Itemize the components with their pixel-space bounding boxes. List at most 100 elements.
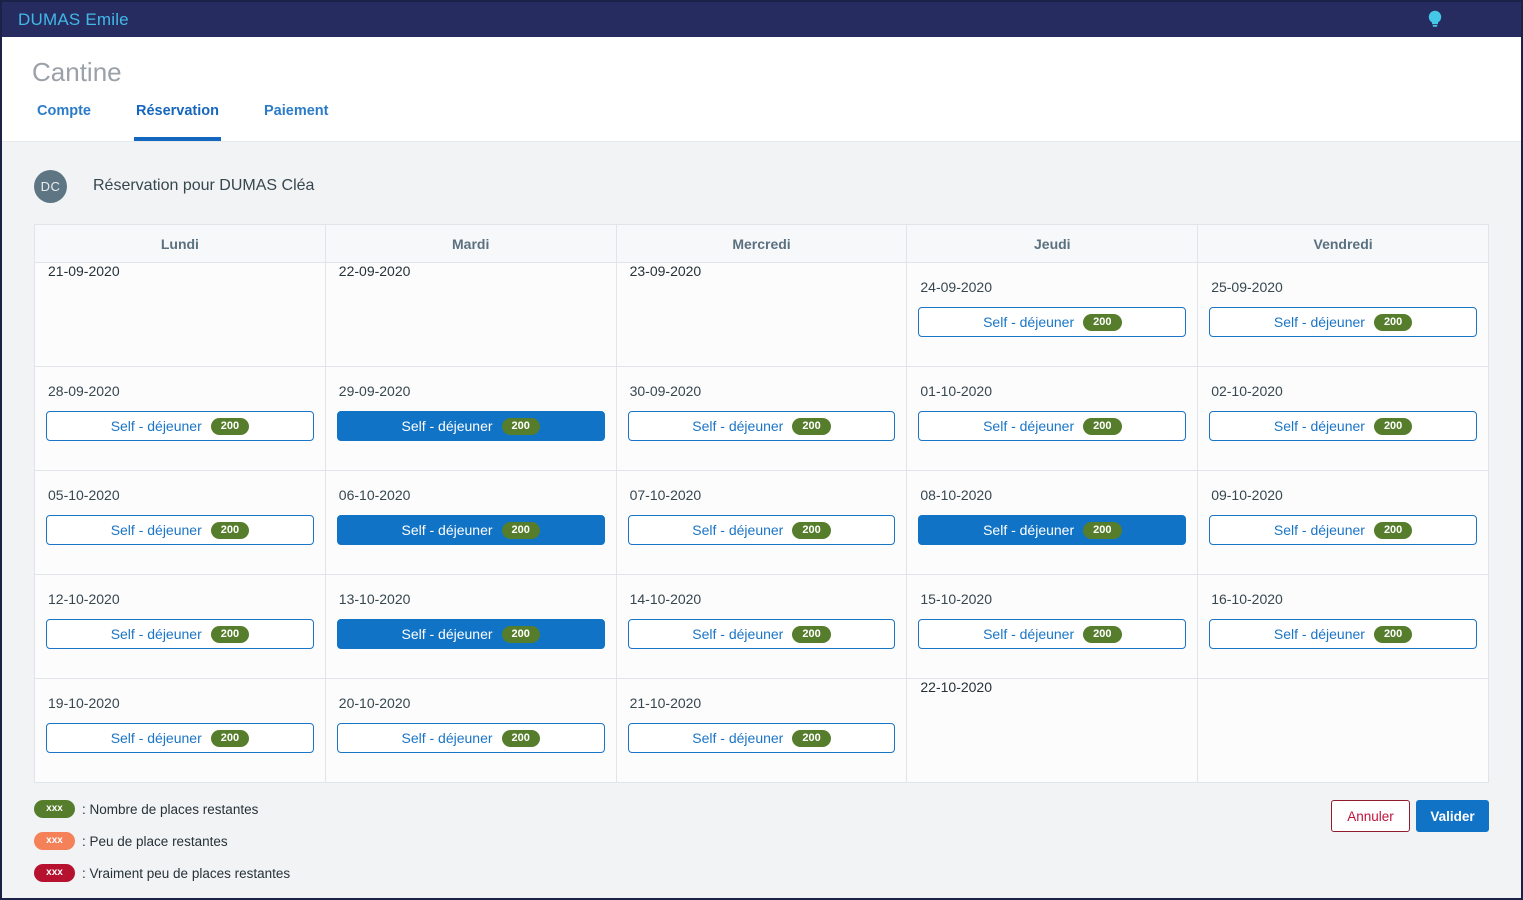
meal-label: Self - déjeuner [692, 418, 783, 434]
meal-label: Self - déjeuner [692, 730, 783, 746]
meal-button-13-10-2020[interactable]: Self - déjeuner200 [337, 619, 605, 649]
calendar-cell: 20-10-2020Self - déjeuner200 [325, 679, 616, 783]
meal-button-02-10-2020[interactable]: Self - déjeuner200 [1209, 411, 1477, 441]
validate-button[interactable]: Valider [1416, 800, 1489, 832]
cell-date: 05-10-2020 [48, 487, 325, 503]
calendar-week-row: 21-09-202022-09-202023-09-202024-09-2020… [35, 263, 1489, 367]
meal-button-28-09-2020[interactable]: Self - déjeuner200 [46, 411, 314, 441]
meal-button-08-10-2020[interactable]: Self - déjeuner200 [918, 515, 1186, 545]
cell-date: 19-10-2020 [48, 695, 325, 711]
topbar-user-name: DUMAS Emile [18, 10, 129, 30]
meal-button-05-10-2020[interactable]: Self - déjeuner200 [46, 515, 314, 545]
meal-button-20-10-2020[interactable]: Self - déjeuner200 [337, 723, 605, 753]
meal-label: Self - déjeuner [401, 730, 492, 746]
calendar-cell: 30-09-2020Self - déjeuner200 [616, 367, 907, 471]
cell-date: 21-10-2020 [630, 695, 907, 711]
tab-paiement[interactable]: Paiement [262, 103, 330, 141]
seats-badge: 200 [1083, 626, 1121, 643]
meal-button-25-09-2020[interactable]: Self - déjeuner200 [1209, 307, 1477, 337]
seats-badge: 200 [211, 626, 249, 643]
cell-date: 16-10-2020 [1211, 591, 1488, 607]
cell-date: 12-10-2020 [48, 591, 325, 607]
calendar-cell: 01-10-2020 Self - déjeuner200 [907, 367, 1198, 471]
calendar-week-row: 12-10-2020Self - déjeuner20013-10-2020Se… [35, 575, 1489, 679]
cell-date: 21-09-2020 [48, 263, 325, 279]
meal-button-21-10-2020[interactable]: Self - déjeuner 200 [628, 723, 896, 753]
calendar-cell: 12-10-2020 Self - déjeuner 200 [35, 575, 326, 679]
calendar-cell: 19-10-2020 Self - déjeuner200 [35, 679, 326, 783]
meal-label: Self - déjeuner [983, 522, 1074, 538]
legend-few-seats: xxx : Peu de place restantes [34, 832, 290, 850]
calendar-cell: 13-10-2020 Self - déjeuner200 [325, 575, 616, 679]
page-title: Cantine [32, 57, 1521, 88]
meal-button-01-10-2020[interactable]: Self - déjeuner200 [918, 411, 1186, 441]
topbar: DUMAS Emile [2, 2, 1521, 37]
cell-date: 28-09-2020 [48, 383, 325, 399]
cell-date: 09-10-2020 [1211, 487, 1488, 503]
cell-date: 06-10-2020 [339, 487, 616, 503]
legend-few-seats-label: : Peu de place restantes [82, 834, 228, 849]
seats-badge: 200 [792, 730, 830, 747]
seats-badge: 200 [502, 626, 540, 643]
meal-label: Self - déjeuner [111, 730, 202, 746]
meal-label: Self - déjeuner [1274, 314, 1365, 330]
reservation-title: Réservation pour DUMAS Cléa [93, 177, 314, 195]
calendar-cell: 09-10-2020 Self - déjeuner200 [1198, 471, 1489, 575]
meal-button-12-10-2020[interactable]: Self - déjeuner 200 [46, 619, 314, 649]
day-header-mercredi: Mercredi [616, 225, 907, 263]
cell-date: 07-10-2020 [630, 487, 907, 503]
meal-button-24-09-2020[interactable]: Self - déjeuner200 [918, 307, 1186, 337]
seats-badge: 200 [211, 522, 249, 539]
footer: xxx : Nombre de places restantes xxx : Peu … [34, 800, 1489, 882]
calendar-cell: 16-10-2020 Self - déjeuner200 [1198, 575, 1489, 679]
action-buttons: Annuler Valider [1331, 800, 1489, 882]
cell-date: 15-10-2020 [920, 591, 1197, 607]
meal-label: Self - déjeuner [1274, 522, 1365, 538]
meal-label: Self - déjeuner [1274, 418, 1365, 434]
avatar: DC [34, 170, 67, 203]
calendar-cell: 02-10-2020Self - déjeuner200 [1198, 367, 1489, 471]
calendar-cell: 08-10-2020 Self - déjeuner200 [907, 471, 1198, 575]
legend-many-seats-badge: xxx [34, 800, 75, 818]
tab-reservation[interactable]: Réservation [134, 103, 221, 141]
meal-button-06-10-2020[interactable]: Self - déjeuner200 [337, 515, 605, 545]
lightbulb-icon[interactable] [1425, 9, 1445, 31]
calendar-cell: 29-09-2020Self - déjeuner200 [325, 367, 616, 471]
calendar-cell: 24-09-2020 Self - déjeuner200 [907, 263, 1198, 367]
meal-button-07-10-2020[interactable]: Self - déjeuner200 [628, 515, 896, 545]
calendar-cell: 15-10-2020 Self - déjeuner 200 [907, 575, 1198, 679]
tab-compte[interactable]: Compte [35, 103, 93, 141]
calendar-cell: 14-10-2020 Self - déjeuner 200 [616, 575, 907, 679]
meal-label: Self - déjeuner [983, 626, 1074, 642]
meal-label: Self - déjeuner [692, 626, 783, 642]
seats-badge: 200 [211, 418, 249, 435]
day-header-jeudi: Jeudi [907, 225, 1198, 263]
meal-button-16-10-2020[interactable]: Self - déjeuner200 [1209, 619, 1477, 649]
meal-button-30-09-2020[interactable]: Self - déjeuner 200 [628, 411, 896, 441]
meal-button-15-10-2020[interactable]: Self - déjeuner 200 [918, 619, 1186, 649]
meal-button-29-09-2020[interactable]: Self - déjeuner 200 [337, 411, 605, 441]
seats-badge: 200 [792, 418, 830, 435]
app-window: DUMAS Emile Cantine Compte Réservation Pai… [0, 0, 1523, 900]
cell-date: 25-09-2020 [1211, 279, 1488, 295]
cell-date: 01-10-2020 [920, 383, 1197, 399]
legend-many-seats-label: : Nombre de places restantes [82, 802, 258, 817]
cell-date: 13-10-2020 [339, 591, 616, 607]
meal-button-14-10-2020[interactable]: Self - déjeuner 200 [628, 619, 896, 649]
calendar-week-row: 05-10-2020Self - déjeuner20006-10-2020Se… [35, 471, 1489, 575]
meal-label: Self - déjeuner [401, 418, 492, 434]
cell-date: 14-10-2020 [630, 591, 907, 607]
legend-few-seats-badge: xxx [34, 832, 75, 850]
cancel-button[interactable]: Annuler [1331, 800, 1410, 832]
meal-label: Self - déjeuner [1274, 626, 1365, 642]
meal-label: Self - déjeuner [111, 626, 202, 642]
meal-button-19-10-2020[interactable]: Self - déjeuner200 [46, 723, 314, 753]
cell-date: 08-10-2020 [920, 487, 1197, 503]
calendar-cell-disabled: 23-09-2020 [616, 263, 907, 367]
seats-badge: 200 [502, 418, 540, 435]
legend-many-seats: xxx : Nombre de places restantes [34, 800, 290, 818]
meal-button-09-10-2020[interactable]: Self - déjeuner200 [1209, 515, 1477, 545]
cell-date: 24-09-2020 [920, 279, 1197, 295]
reservation-calendar: LundiMardiMercrediJeudiVendredi 21-09-20… [34, 224, 1489, 783]
seats-badge: 200 [792, 626, 830, 643]
